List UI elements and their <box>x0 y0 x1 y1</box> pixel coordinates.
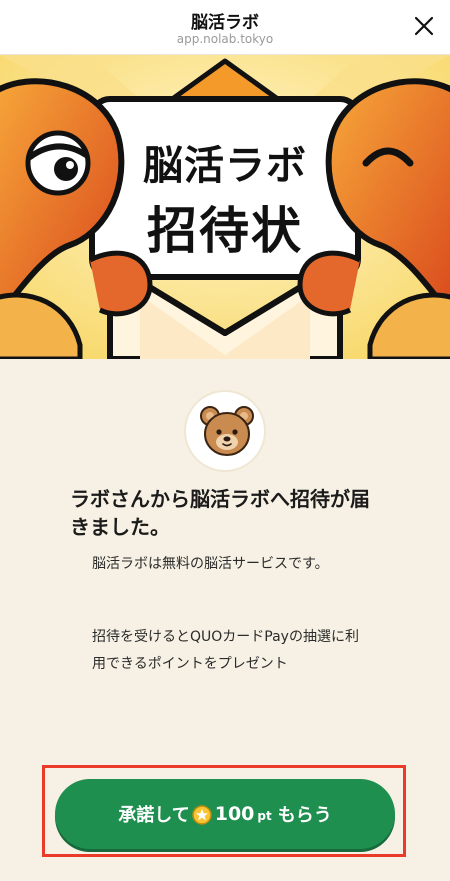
hero-title-line1: 脳活ラボ <box>143 143 307 189</box>
hero-title-line2: 招待状 <box>147 202 303 260</box>
avatar <box>184 390 266 472</box>
invitation-hero-image: 脳活ラボ 招待状 <box>0 55 450 359</box>
reward-description: 招待を受けるとQUOカードPayの抽選に利用できるポイントをプレゼント <box>92 629 359 672</box>
bear-avatar-icon <box>200 406 254 456</box>
accept-invite-button[interactable]: 承諾して 100 pt もらう <box>55 779 395 849</box>
page-url: app.nolab.tokyo <box>176 32 274 46</box>
star-coin-icon <box>191 805 212 825</box>
cta-points: 100 <box>214 803 255 825</box>
header: 脳活ラボ app.nolab.tokyo <box>0 0 450 55</box>
cta-suffix: もらう <box>277 805 332 826</box>
service-description: 脳活ラボは無料の脳活サービスです。 <box>92 556 329 572</box>
invite-headline: ラボさんから脳活ラボへ招待が届きました。 <box>70 487 370 539</box>
cta-unit: pt <box>257 809 272 823</box>
page-title: 脳活ラボ <box>191 13 259 33</box>
cta-prefix: 承諾して <box>118 805 190 826</box>
close-icon <box>414 16 434 36</box>
close-button[interactable] <box>412 14 436 38</box>
